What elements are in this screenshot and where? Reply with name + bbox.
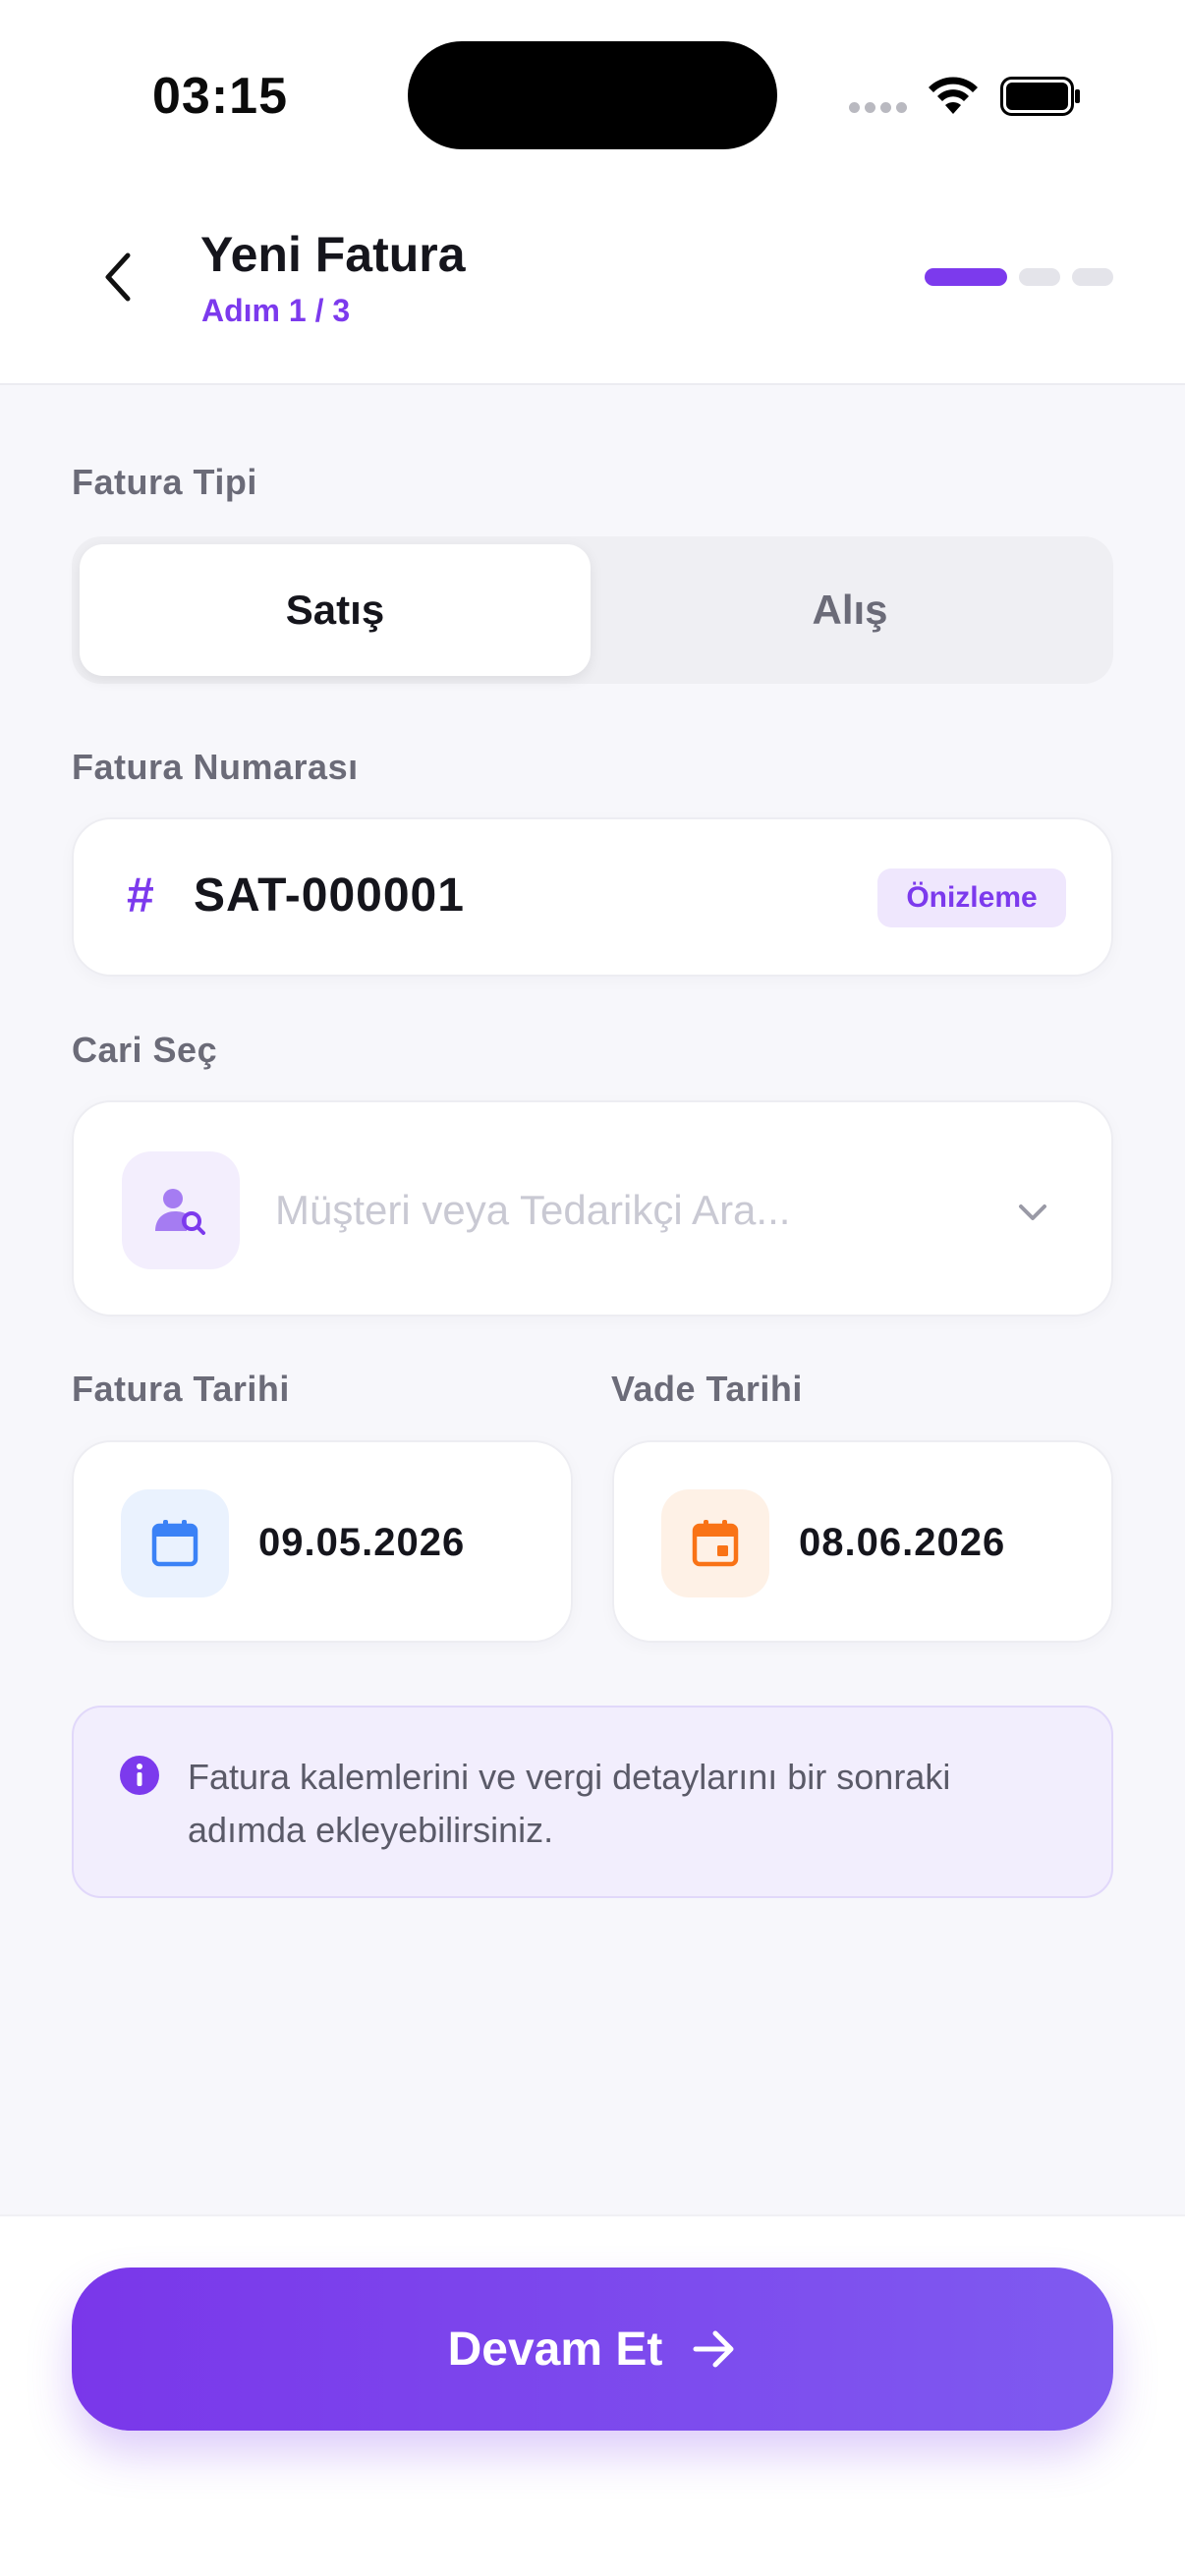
contact-label: Cari Seç: [72, 1030, 218, 1070]
due-date-field[interactable]: 08.06.2026: [612, 1440, 1113, 1643]
calendar-icon: [121, 1489, 229, 1597]
dynamic-island: [408, 41, 777, 149]
chevron-left-icon: [105, 252, 131, 302]
due-date-label: Vade Tarihi: [611, 1369, 803, 1409]
wifi-icon: [929, 77, 978, 114]
contact-search-input[interactable]: [275, 1179, 963, 1242]
due-date-value: 08.06.2026: [799, 1521, 1006, 1564]
info-banner: Fatura kalemlerini ve vergi detaylarını …: [72, 1706, 1113, 1898]
info-icon: [120, 1756, 159, 1795]
invoice-date-value: 09.05.2026: [258, 1521, 466, 1564]
progress-step-3: [1072, 268, 1113, 286]
battery-icon: [1000, 77, 1080, 116]
invoice-number-field[interactable]: # SAT-000001 Önizleme: [72, 817, 1113, 977]
invoice-date-label: Fatura Tarihi: [72, 1369, 290, 1409]
step-progress: [925, 268, 1113, 286]
continue-button-label: Devam Et: [447, 2323, 663, 2376]
segment-purchase[interactable]: Alış: [594, 544, 1105, 676]
invoice-number-value: SAT-000001: [194, 869, 465, 922]
invoice-type-label: Fatura Tipi: [72, 462, 257, 502]
calendar-event-icon: [661, 1489, 769, 1597]
hash-icon: #: [127, 868, 154, 923]
page-title: Yeni Fatura: [200, 227, 466, 282]
user-search-icon: [122, 1151, 240, 1269]
preview-badge: Önizleme: [877, 868, 1066, 927]
info-text: Fatura kalemlerini ve vergi detaylarını …: [188, 1757, 951, 1850]
status-time: 03:15: [152, 68, 288, 125]
page-header: Yeni Fatura Adım 1 / 3: [0, 187, 1185, 385]
segment-sales[interactable]: Satış: [80, 544, 591, 676]
progress-step-1: [925, 268, 1007, 286]
invoice-type-segment: Satış Alış: [72, 536, 1113, 684]
continue-button[interactable]: Devam Et: [72, 2268, 1113, 2431]
cellular-signal-icon: [849, 102, 907, 113]
step-indicator: Adım 1 / 3: [201, 293, 351, 328]
footer: Devam Et: [0, 2214, 1185, 2576]
contact-select[interactable]: [72, 1100, 1113, 1316]
invoice-number-label: Fatura Numarası: [72, 747, 359, 787]
arrow-right-icon: [693, 2330, 734, 2368]
back-button[interactable]: [86, 246, 149, 308]
invoice-date-field[interactable]: 09.05.2026: [72, 1440, 573, 1643]
status-bar: 03:15: [0, 0, 1185, 187]
chevron-down-icon[interactable]: [1015, 1195, 1050, 1230]
progress-step-2: [1019, 268, 1060, 286]
